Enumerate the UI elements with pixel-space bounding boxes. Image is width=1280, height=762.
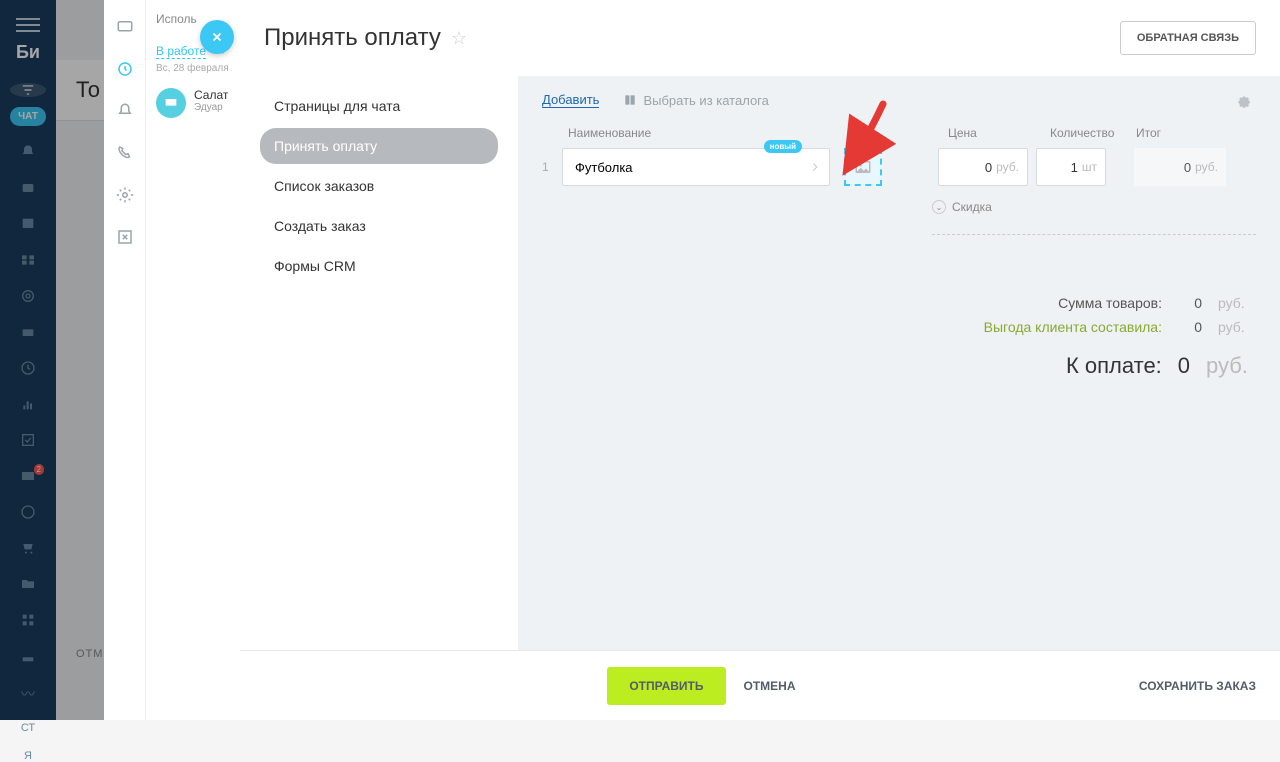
- tab-catalog[interactable]: Выбрать из каталога: [623, 93, 768, 108]
- expand-icon[interactable]: [116, 228, 134, 246]
- arrow-right-icon[interactable]: [808, 160, 822, 174]
- menu-payment[interactable]: Принять оплату: [260, 128, 498, 164]
- phone-icon[interactable]: [116, 144, 134, 162]
- panel-footer: ОТПРАВИТЬ ОТМЕНА СОХРАНИТЬ ЗАКАЗ: [240, 650, 1280, 720]
- notify-icon[interactable]: [116, 102, 134, 120]
- discount-toggle[interactable]: ⌄ Скидка: [932, 200, 1256, 214]
- tab-add[interactable]: Добавить: [542, 92, 599, 108]
- chevron-down-icon: ⌄: [932, 200, 946, 214]
- menu-create-order[interactable]: Создать заказ: [260, 208, 498, 244]
- chat-date: Вс, 28 февраля: [156, 63, 230, 74]
- column-headers: Наименование Цена Количество Итог: [542, 126, 1256, 140]
- menu-chat-pages[interactable]: Страницы для чата: [260, 88, 498, 124]
- chat-contact[interactable]: Салат Эдуар: [156, 88, 230, 118]
- summary: Сумма товаров: 0 руб. Выгода клиента сос…: [542, 295, 1256, 379]
- header-total: Итог: [1136, 126, 1216, 140]
- product-image-upload[interactable]: [844, 148, 882, 186]
- star-icon[interactable]: ☆: [451, 28, 467, 49]
- chat-list: Исполь В работе — Вс, 28 февраля Салат Э…: [146, 0, 240, 720]
- ya-label[interactable]: Я: [24, 750, 32, 762]
- send-button[interactable]: ОТПРАВИТЬ: [607, 667, 725, 705]
- save-order-button[interactable]: СОХРАНИТЬ ЗАКАЗ: [1139, 679, 1256, 693]
- panel-header: Принять оплату ☆ ОБРАТНАЯ СВЯЗЬ: [240, 0, 1280, 76]
- panel-content: Добавить Выбрать из каталога Наименовани…: [518, 76, 1280, 650]
- product-name-input[interactable]: [562, 148, 830, 186]
- gear-icon[interactable]: [1234, 92, 1252, 110]
- header-name: Наименование: [568, 126, 866, 140]
- summary-total-label: К оплате:: [1066, 353, 1162, 379]
- summary-goods-label: Сумма товаров:: [1058, 295, 1162, 311]
- close-panel-button[interactable]: [200, 20, 234, 54]
- avatar: [156, 88, 186, 118]
- quantity-input[interactable]: 1 шт: [1036, 148, 1106, 186]
- row-number: 1: [542, 160, 554, 174]
- panel-title: Принять оплату ☆: [264, 24, 467, 52]
- summary-benefit-label: Выгода клиента составила:: [984, 319, 1162, 335]
- contact-name: Салат: [194, 88, 228, 102]
- cancel-button[interactable]: ОТМЕНА: [744, 667, 796, 705]
- activity-icon[interactable]: [116, 60, 134, 78]
- summary-benefit-value: 0: [1178, 319, 1202, 335]
- summary-goods-value: 0: [1178, 295, 1202, 311]
- menu-orders[interactable]: Список заказов: [260, 168, 498, 204]
- content-tabs: Добавить Выбрать из каталога: [542, 92, 1256, 108]
- menu-crm-forms[interactable]: Формы CRM: [260, 248, 498, 284]
- feedback-button[interactable]: ОБРАТНАЯ СВЯЗЬ: [1120, 21, 1256, 55]
- catalog-icon: [623, 93, 637, 107]
- header-qty: Количество: [1050, 126, 1120, 140]
- new-badge: новый: [764, 140, 802, 153]
- status-label[interactable]: В работе: [156, 44, 206, 59]
- message-icon[interactable]: [116, 18, 134, 36]
- contact-sub: Эдуар: [194, 102, 228, 113]
- panel-menu: Страницы для чата Принять оплату Список …: [240, 76, 518, 650]
- ct-label[interactable]: СТ: [21, 722, 35, 734]
- product-row: 1 новый 0 руб.: [542, 148, 1256, 186]
- summary-total-value: 0: [1178, 353, 1190, 379]
- settings-icon[interactable]: [116, 186, 134, 204]
- price-input[interactable]: 0 руб.: [938, 148, 1028, 186]
- payment-panel: Принять оплату ☆ ОБРАТНАЯ СВЯЗЬ Страницы…: [240, 0, 1280, 720]
- chat-strip-icons: [104, 0, 146, 720]
- header-price: Цена: [948, 126, 1034, 140]
- row-total: 0 руб.: [1134, 148, 1226, 186]
